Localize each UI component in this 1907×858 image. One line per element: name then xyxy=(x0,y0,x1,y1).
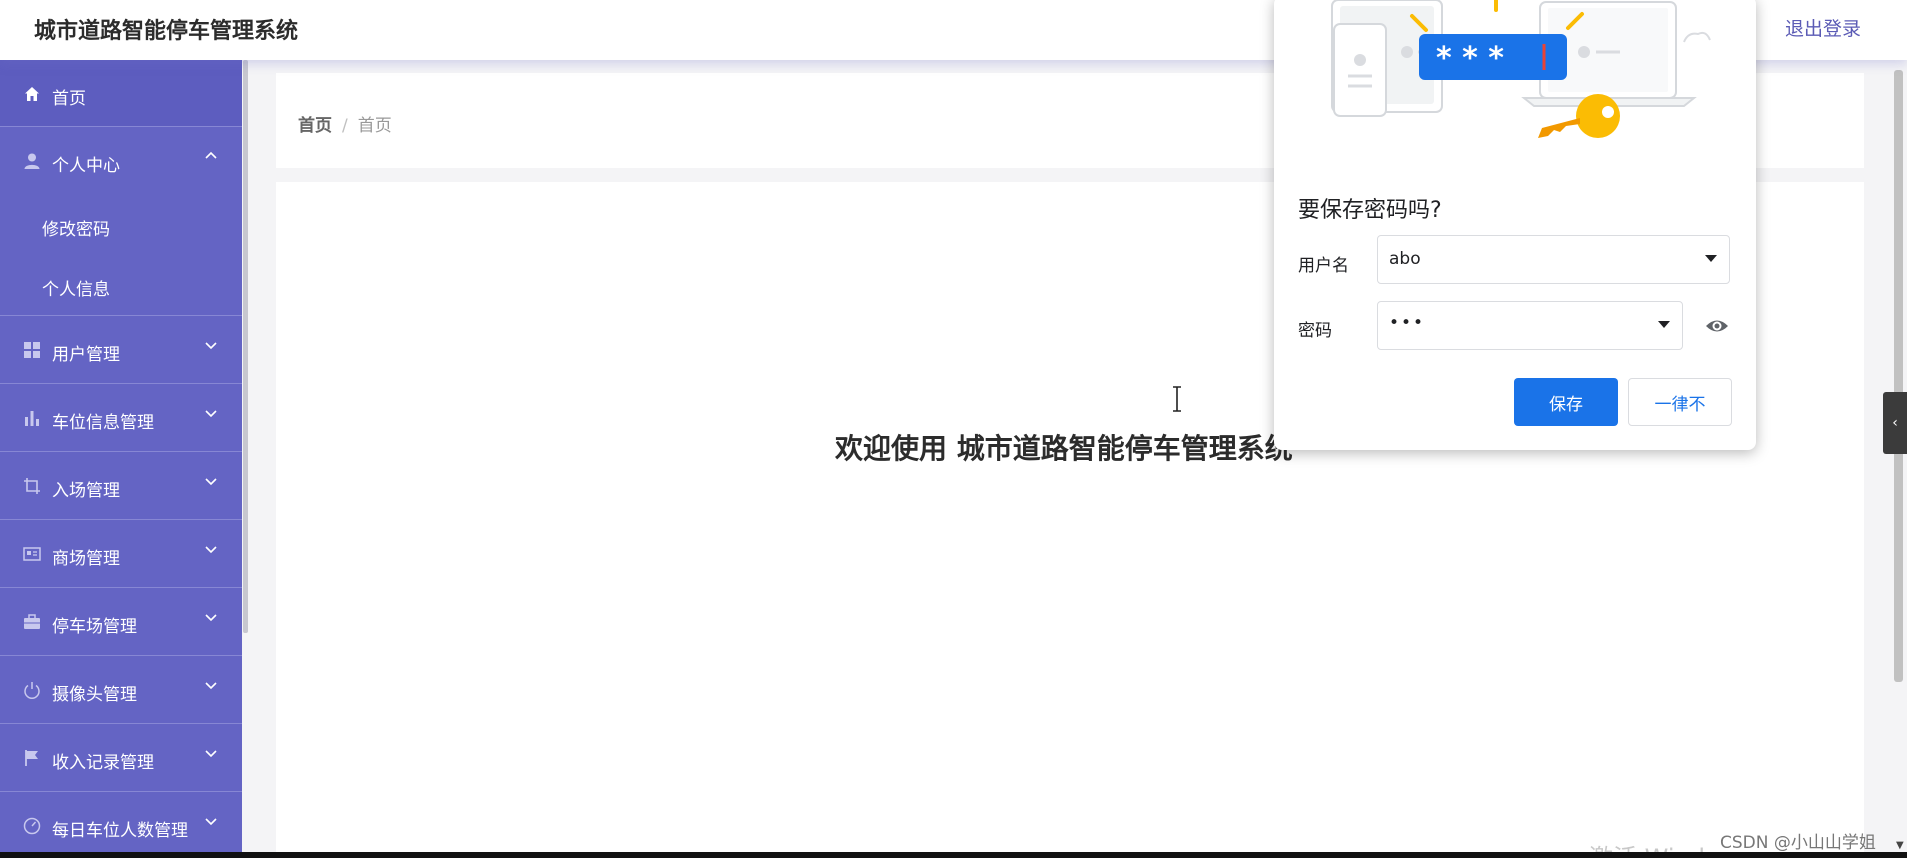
password-label: 密码 xyxy=(1298,321,1332,341)
sidebar-item-label: 商场管理 xyxy=(52,549,120,569)
sidebar-item-label: 入场管理 xyxy=(52,481,120,501)
collapse-side-tab[interactable]: ‹ xyxy=(1883,392,1907,454)
sidebar-item-label: 收入记录管理 xyxy=(52,753,154,773)
breadcrumb-separator: / xyxy=(342,116,348,136)
app-title: 城市道路智能停车管理系统 xyxy=(34,19,299,44)
gauge-icon xyxy=(22,816,42,836)
user-icon xyxy=(22,151,42,171)
chevron-down-icon xyxy=(205,814,217,830)
sidebar-item-mall-management[interactable]: 商场管理 xyxy=(0,520,242,588)
tray-caret-icon: ▼ xyxy=(1896,840,1904,851)
sidebar-item-entry-management[interactable]: 入场管理 xyxy=(0,452,242,520)
chevron-down-icon xyxy=(205,746,217,762)
sidebar-item-income-records[interactable]: 收入记录管理 xyxy=(0,724,242,792)
taskbar-strip xyxy=(0,852,1907,858)
sidebar-item-label: 用户管理 xyxy=(52,345,120,365)
chevron-down-icon xyxy=(205,610,217,626)
sidebar-item-home[interactable]: 首页 xyxy=(0,60,242,127)
sidebar-item-personal-center[interactable]: 个人中心 xyxy=(0,127,242,195)
eye-icon[interactable] xyxy=(1705,317,1729,335)
caret-down-icon xyxy=(1705,255,1717,262)
text-cursor-icon xyxy=(1173,386,1181,412)
breadcrumb: 首页 / 首页 xyxy=(298,111,392,136)
chevron-up-icon xyxy=(205,149,217,165)
sidebar-item-label: 车位信息管理 xyxy=(52,413,154,433)
password-illustration: * * * xyxy=(1331,0,1711,138)
bar-chart-icon xyxy=(22,408,42,428)
welcome-text: 欢迎使用 城市道路智能停车管理系统 xyxy=(835,432,1293,465)
caret-down-icon xyxy=(1658,321,1670,328)
sidebar-item-label: 个人中心 xyxy=(52,156,120,176)
breadcrumb-home[interactable]: 首页 xyxy=(298,116,332,136)
sidebar-item-parking-lot-management[interactable]: 停车场管理 xyxy=(0,588,242,656)
sidebar-item-label: 首页 xyxy=(52,89,86,109)
sidebar-item-daily-space-count[interactable]: 每日车位人数管理 xyxy=(0,792,242,858)
chevron-down-icon xyxy=(205,406,217,422)
logout-link[interactable]: 退出登录 xyxy=(1785,14,1861,41)
password-select[interactable]: ••• xyxy=(1377,301,1683,350)
sidebar-item-camera-management[interactable]: 摄像头管理 xyxy=(0,656,242,724)
username-select[interactable]: abo xyxy=(1377,235,1730,284)
flag-icon xyxy=(22,748,42,768)
chevron-down-icon xyxy=(205,542,217,558)
never-button[interactable]: 一律不 xyxy=(1628,378,1732,426)
sidebar-scrollbar[interactable] xyxy=(243,60,248,633)
sidebar-item-user-management[interactable]: 用户管理 xyxy=(0,316,242,384)
chevron-down-icon xyxy=(205,338,217,354)
personal-center-submenu: 修改密码 个人信息 xyxy=(0,195,242,316)
power-icon xyxy=(22,680,42,700)
id-card-icon xyxy=(22,544,42,564)
svg-text:* * *: * * * xyxy=(1436,41,1504,76)
page-scrollbar[interactable] xyxy=(1894,70,1903,682)
username-value: abo xyxy=(1389,249,1421,269)
grid-icon xyxy=(22,340,42,360)
sidebar-item-parking-space-info[interactable]: 车位信息管理 xyxy=(0,384,242,452)
breadcrumb-current: 首页 xyxy=(357,116,392,136)
csdn-watermark: CSDN @小山山学姐 xyxy=(1720,833,1876,853)
sidebar-subitem-label: 修改密码 xyxy=(42,220,110,240)
save-password-dialog: * * * 要保存密码吗? 用户名 abo 密码 ••• 保存 一律不 xyxy=(1274,0,1756,450)
chevron-down-icon xyxy=(205,474,217,490)
sidebar-item-label: 停车场管理 xyxy=(52,617,137,637)
home-icon xyxy=(22,84,42,104)
sidebar-subitem-change-password[interactable]: 修改密码 xyxy=(0,195,242,255)
save-button[interactable]: 保存 xyxy=(1514,378,1618,426)
dialog-title: 要保存密码吗? xyxy=(1298,198,1442,223)
sidebar-item-label: 摄像头管理 xyxy=(52,685,137,705)
sidebar-item-label: 每日车位人数管理 xyxy=(52,821,188,841)
sidebar-subitem-personal-info[interactable]: 个人信息 xyxy=(0,255,242,315)
sidebar-subitem-label: 个人信息 xyxy=(42,280,110,300)
sidebar: 首页 个人中心 修改密码 个人信息 用户管理 车位信息管理 入场管理 商场管理 … xyxy=(0,60,242,858)
chevron-down-icon xyxy=(205,678,217,694)
username-label: 用户名 xyxy=(1298,256,1349,276)
briefcase-icon xyxy=(22,612,42,632)
password-value: ••• xyxy=(1389,313,1426,333)
crop-icon xyxy=(22,476,42,496)
